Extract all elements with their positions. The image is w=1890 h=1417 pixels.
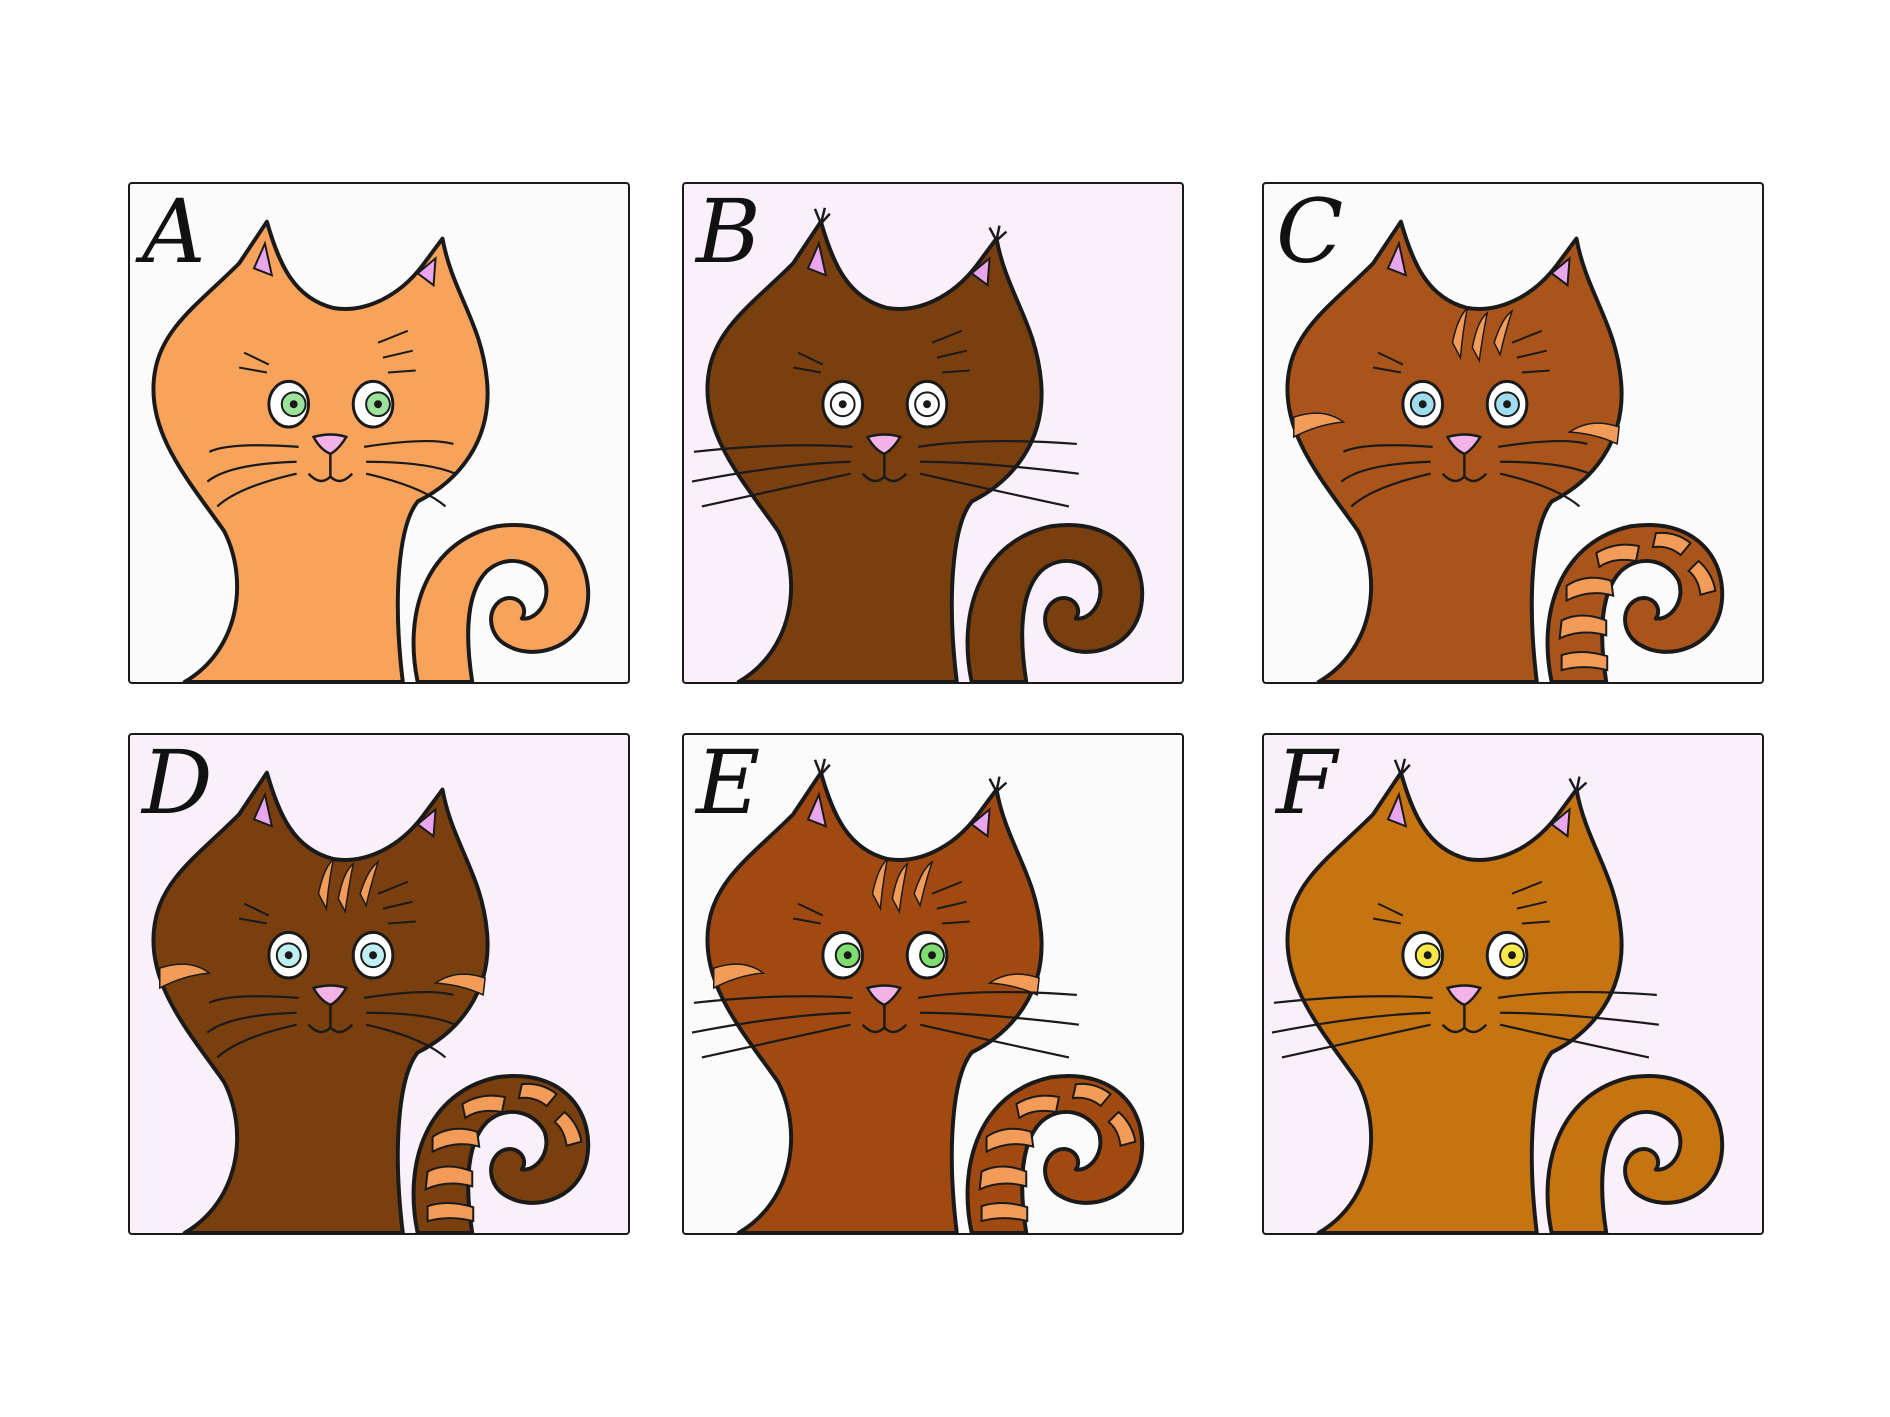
panel-d[interactable]: D	[128, 733, 630, 1235]
panel-b[interactable]: B	[682, 182, 1184, 684]
panel-label: C	[1276, 182, 1344, 283]
ear-tuft-right	[988, 225, 1008, 242]
tail	[411, 523, 591, 682]
panel-label: F	[1276, 733, 1338, 834]
panel-label: A	[142, 182, 206, 283]
ear-tuft-right	[1568, 776, 1588, 793]
right-eye	[351, 930, 395, 980]
tail	[965, 523, 1145, 682]
ear-tuft-left	[813, 758, 831, 776]
right-eye	[1485, 379, 1529, 429]
left-eye	[267, 379, 311, 429]
left-eye	[267, 930, 311, 980]
right-eye	[351, 379, 395, 429]
panel-f[interactable]: F	[1262, 733, 1764, 1235]
panel-label: B	[696, 182, 761, 283]
right-eye	[1485, 930, 1529, 980]
tail	[1545, 1074, 1725, 1233]
left-eye	[1401, 379, 1445, 429]
right-eye	[905, 379, 949, 429]
left-eye	[821, 930, 865, 980]
right-eye	[905, 930, 949, 980]
left-eye	[1401, 930, 1445, 980]
cat-illustration	[1264, 735, 1762, 1233]
ear-tuft-right	[988, 776, 1008, 793]
panel-e[interactable]: E	[682, 733, 1184, 1235]
left-eye	[821, 379, 865, 429]
ear-tuft-left	[813, 207, 831, 225]
panel-c[interactable]: C	[1262, 182, 1764, 684]
panel-a[interactable]: A	[128, 182, 630, 684]
panel-label: D	[142, 733, 213, 834]
ear-tuft-left	[1393, 758, 1411, 776]
panel-label: E	[696, 733, 761, 834]
